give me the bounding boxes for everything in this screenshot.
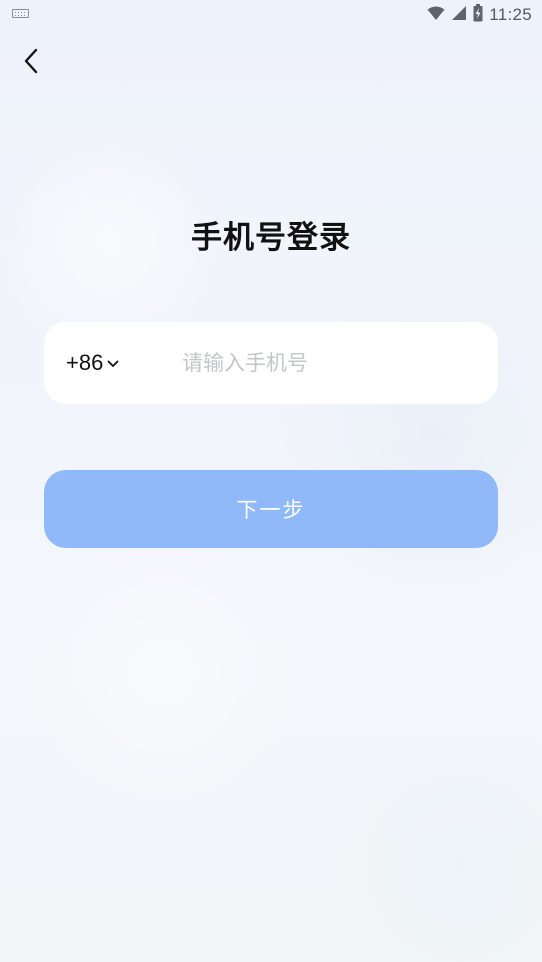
country-code-selector[interactable]: +86 [66,322,119,404]
chevron-left-icon [22,48,40,78]
country-code-label: +86 [66,350,104,375]
page-title: 手机号登录 [191,220,351,256]
wifi-icon [427,5,445,25]
chevron-down-icon [107,354,119,373]
back-button[interactable] [14,46,48,80]
status-bar: 11:25 [0,0,542,30]
status-indicators: 11:25 [427,4,532,26]
next-step-button[interactable]: 下一步 [44,470,498,548]
phone-number-input[interactable] [182,343,478,383]
battery-charging-icon [473,4,483,26]
status-time: 11:25 [489,5,532,24]
phone-input-card: +86 [44,322,498,404]
cellular-signal-icon [451,5,467,25]
keyboard-icon [12,9,29,18]
